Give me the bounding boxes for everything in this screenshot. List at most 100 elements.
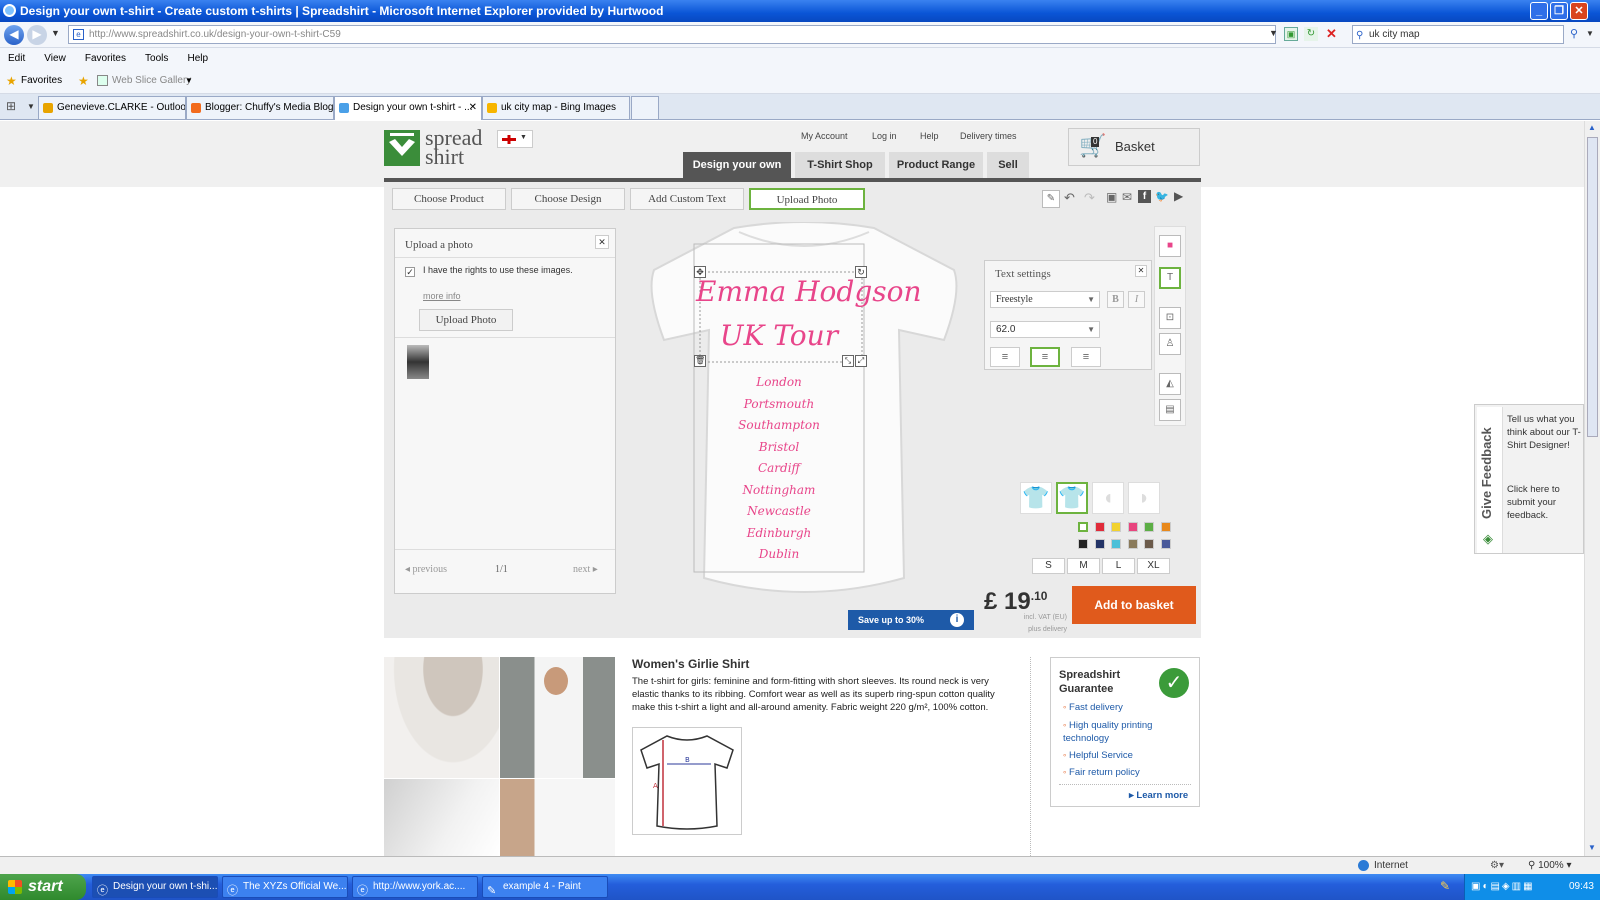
shirt-text-block[interactable]: Emma Hodgson UK Tour — [696, 270, 922, 358]
color-swatch[interactable] — [1078, 539, 1088, 549]
guarantee-item[interactable]: ◦ Helpful Service — [1063, 750, 1133, 761]
scroll-down-icon[interactable]: ▼ — [1588, 843, 1596, 852]
color-swatch[interactable] — [1094, 539, 1105, 549]
web-slice-gallery-link[interactable]: Web Slice Gallery — [112, 68, 191, 94]
align-left-icon[interactable]: ≡ — [990, 347, 1020, 367]
my-account-link[interactable]: My Account — [801, 131, 848, 141]
size-xl[interactable]: XL — [1137, 558, 1170, 574]
close-text-settings-icon[interactable]: ✕ — [1135, 265, 1147, 277]
search-input[interactable]: ⚲ uk city map — [1352, 25, 1564, 44]
delivery-times-link[interactable]: Delivery times — [960, 131, 1017, 141]
maximize-button[interactable]: ❐ — [1550, 2, 1568, 20]
zoom-level[interactable]: ⚲ 100% ▾ — [1528, 857, 1572, 874]
size-chart-diagram[interactable]: B A — [632, 727, 742, 835]
tab-spreadshirt[interactable]: Design your own t-shirt - ... ✕ — [334, 96, 482, 120]
view-back-icon[interactable]: 👕 — [1056, 482, 1088, 514]
web-slice-dropdown-icon[interactable]: ▼ — [185, 68, 193, 94]
feedback-widget[interactable]: Give Feedback ◈ Tell us what you think a… — [1474, 404, 1584, 554]
menu-view[interactable]: View — [44, 53, 66, 64]
size-m[interactable]: M — [1067, 558, 1100, 574]
view-left-icon[interactable]: ◖ — [1092, 482, 1124, 514]
search-go-icon[interactable]: ⚲ — [1570, 27, 1578, 40]
pen-icon[interactable]: ✎ — [1440, 879, 1450, 893]
task-york[interactable]: ⓔ http://www.york.ac.... — [352, 876, 478, 898]
color-swatch[interactable] — [1160, 539, 1171, 549]
scroll-thumb[interactable] — [1587, 137, 1598, 437]
close-panel-icon[interactable]: ✕ — [595, 235, 609, 249]
protected-mode-icon[interactable]: ⚙▾ — [1490, 857, 1504, 874]
help-link[interactable]: Help — [920, 131, 939, 141]
task-paint[interactable]: ✎ example 4 - Paint — [482, 876, 608, 898]
twitter-icon[interactable]: 🐦 — [1155, 190, 1169, 203]
text-tool-icon[interactable]: T — [1159, 267, 1181, 289]
more-info-link[interactable]: more info — [423, 291, 461, 301]
menu-edit[interactable]: Edit — [8, 53, 25, 64]
font-select[interactable]: Freestyle ▼ — [990, 291, 1100, 308]
tab-choose-product[interactable]: Choose Product — [392, 188, 506, 210]
log-in-link[interactable]: Log in — [872, 131, 897, 141]
flip-tool-icon[interactable]: ◭ — [1159, 373, 1181, 395]
undo-icon[interactable]: ↶ — [1064, 190, 1075, 206]
next-link[interactable]: next ▸ — [573, 564, 598, 575]
page-scrollbar[interactable]: ▲ ▼ — [1584, 121, 1600, 856]
upload-photo-button[interactable]: Upload Photo — [419, 309, 513, 331]
history-dropdown-icon[interactable]: ▼ — [51, 28, 60, 38]
menu-help[interactable]: Help — [187, 53, 208, 64]
back-button[interactable]: ◀ — [4, 25, 24, 45]
close-window-button[interactable]: ✕ — [1570, 2, 1588, 20]
color-swatch[interactable] — [1144, 522, 1154, 532]
tab-outlook[interactable]: Genevieve.CLARKE - Outlook... — [38, 96, 186, 119]
tab-list-dropdown-icon[interactable]: ▼ — [27, 102, 35, 111]
tab-blogger[interactable]: Blogger: Chuffy's Media Blog ... — [186, 96, 334, 119]
start-button[interactable]: start — [0, 874, 86, 900]
view-right-icon[interactable]: ◗ — [1128, 482, 1160, 514]
minimize-button[interactable]: _ — [1530, 2, 1548, 20]
tab-bing[interactable]: uk city map - Bing Images — [482, 96, 630, 119]
new-tab-button[interactable] — [631, 96, 659, 119]
spreadshirt-logo[interactable]: spread shirt — [425, 127, 495, 168]
redo-icon[interactable]: ↷ — [1084, 190, 1095, 206]
product-image-model[interactable] — [500, 657, 615, 778]
guarantee-item[interactable]: ◦ High quality printing technology — [1063, 719, 1193, 745]
info-icon[interactable]: i — [950, 613, 964, 627]
nav-tshirt-shop[interactable]: T-Shirt Shop — [795, 152, 885, 178]
align-right-icon[interactable]: ≡ — [1071, 347, 1101, 367]
refresh-icon[interactable]: ↻ — [1304, 27, 1318, 41]
guarantee-item[interactable]: ◦ Fair return policy — [1063, 767, 1140, 778]
shirt-city-list[interactable]: London Portsmouth Southampton Bristol Ca… — [696, 372, 862, 566]
layer-tool-icon[interactable]: ▤ — [1159, 399, 1181, 421]
favorites-button[interactable]: Favorites — [21, 68, 62, 94]
color-swatch[interactable] — [1160, 522, 1171, 532]
spreadshirt-logo-icon[interactable] — [384, 130, 420, 166]
save-up-banner[interactable]: Save up to 30% i — [848, 610, 974, 630]
product-image-neck-detail[interactable] — [384, 657, 499, 778]
size-l[interactable]: L — [1102, 558, 1135, 574]
tray-icons[interactable]: ▣◐▤◈▥▦ — [1471, 874, 1535, 900]
tshirt-preview[interactable]: ✥ ↻ 🗑 ⤡ ⤢ Emma Hodgson UK Tour London Po… — [624, 221, 984, 602]
stop-icon[interactable]: ✕ — [1326, 26, 1337, 42]
play-icon[interactable]: ▶ — [1174, 189, 1183, 203]
bold-button[interactable]: B — [1107, 291, 1124, 308]
nav-design-your-own[interactable]: Design your own — [683, 152, 791, 178]
tab-upload-photo[interactable]: Upload Photo — [749, 188, 865, 210]
product-image-fabric[interactable] — [384, 779, 499, 856]
shirt-position-icon[interactable]: ♙ — [1159, 333, 1181, 355]
color-swatch[interactable] — [1094, 522, 1105, 532]
quick-tabs-icon[interactable]: ⊞ — [6, 99, 16, 113]
task-spreadshirt[interactable]: ⓔ Design your own t-shi... — [92, 876, 218, 898]
menu-favorites[interactable]: Favorites — [85, 53, 126, 64]
product-image-sleeve[interactable] — [500, 779, 615, 856]
align-center-icon[interactable]: ≡ — [1030, 347, 1060, 367]
tab-add-custom-text[interactable]: Add Custom Text — [630, 188, 744, 210]
compatibility-icon[interactable]: ▣ — [1284, 27, 1298, 41]
address-dropdown-icon[interactable]: ▼ — [1269, 28, 1278, 38]
language-selector[interactable]: ▼ — [497, 130, 533, 148]
color-swatch[interactable] — [1127, 522, 1138, 532]
add-to-basket-button[interactable]: Add to basket — [1072, 586, 1196, 624]
task-xyzs[interactable]: ⓔ The XYZs Official We... — [222, 876, 348, 898]
search-options-icon[interactable]: ▼ — [1586, 29, 1594, 38]
size-s[interactable]: S — [1032, 558, 1065, 574]
nav-product-range[interactable]: Product Range — [889, 152, 983, 178]
color-swatch[interactable] — [1111, 522, 1121, 532]
address-input[interactable]: e http://www.spreadshirt.co.uk/design-yo… — [68, 25, 1276, 44]
